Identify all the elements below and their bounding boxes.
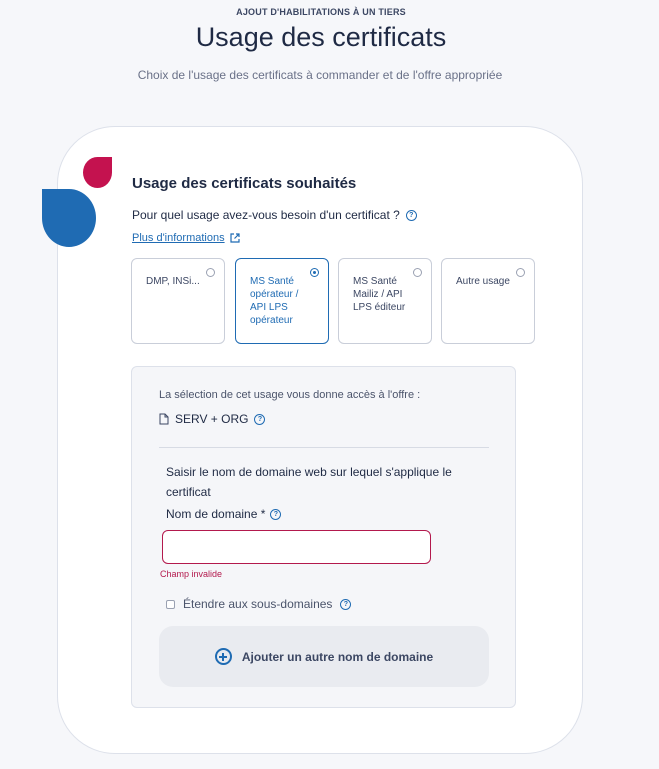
domain-heading: Saisir le nom de domaine web sur lequel … xyxy=(166,465,452,499)
help-icon[interactable]: ? xyxy=(405,209,417,221)
radio-button-selected[interactable] xyxy=(310,268,319,277)
help-icon[interactable]: ? xyxy=(254,413,266,425)
page-title: Usage des certificats xyxy=(195,22,447,52)
help-icon[interactable]: ? xyxy=(340,598,352,610)
subdomain-checkbox-row[interactable]: Étendre aux sous-domaines ? xyxy=(166,597,352,611)
page-eyebrow: AJOUT D'HABILITATIONS À UN TIERS xyxy=(236,7,406,17)
more-info-label[interactable]: Plus d'informations xyxy=(132,232,225,244)
usage-option-label: MS Santé opérateur / API LPS opérateur xyxy=(250,276,299,326)
usage-option-label: MS Santé Mailiz / API LPS éditeur xyxy=(353,276,406,313)
usage-question: Pour quel usage avez-vous besoin d'un ce… xyxy=(132,208,417,222)
usage-option-label: DMP, INSi... xyxy=(146,276,200,287)
domain-error: Champ invalide xyxy=(160,569,223,579)
add-domain-button[interactable]: Ajouter un autre nom de domaine xyxy=(159,626,489,687)
usage-question-text: Pour quel usage avez-vous besoin d'un ce… xyxy=(132,208,400,222)
usage-option-ms-sante-operateur[interactable]: MS Santé opérateur / API LPS opérateur xyxy=(235,258,329,344)
domain-input[interactable] xyxy=(162,530,431,564)
radio-button[interactable] xyxy=(206,268,215,277)
help-icon[interactable]: ? xyxy=(270,508,282,520)
divider xyxy=(159,447,489,448)
usage-option-ms-sante-mailiz[interactable]: MS Santé Mailiz / API LPS éditeur xyxy=(338,258,432,344)
logo-drop-blue xyxy=(42,189,96,247)
subdomain-label[interactable]: Étendre aux sous-domaines xyxy=(183,597,332,611)
external-link-icon xyxy=(229,233,240,243)
domain-label-text: Nom de domaine * xyxy=(166,507,266,521)
offer-description: La sélection de cet usage vous donne acc… xyxy=(159,389,421,401)
plus-circle-icon xyxy=(214,648,232,665)
page-subtitle: Choix de l'usage des certificats à comma… xyxy=(137,68,503,82)
usage-option-dmp[interactable]: DMP, INSi... xyxy=(131,258,225,344)
document-icon xyxy=(159,413,169,425)
radio-button[interactable] xyxy=(413,268,422,277)
radio-button[interactable] xyxy=(516,268,525,277)
usage-option-autre[interactable]: Autre usage xyxy=(441,258,535,344)
section-title: Usage des certificats souhaités xyxy=(132,175,357,192)
offer-name: SERV + ORG xyxy=(175,412,249,426)
logo-drop-red xyxy=(83,157,112,188)
domain-label: Nom de domaine * ? xyxy=(166,507,282,521)
usage-option-label: Autre usage xyxy=(456,276,510,287)
more-info-link[interactable]: Plus d'informations xyxy=(132,232,240,244)
subdomain-checkbox[interactable] xyxy=(166,599,175,609)
offer-line: SERV + ORG ? xyxy=(159,412,266,426)
add-domain-label[interactable]: Ajouter un autre nom de domaine xyxy=(242,650,433,664)
